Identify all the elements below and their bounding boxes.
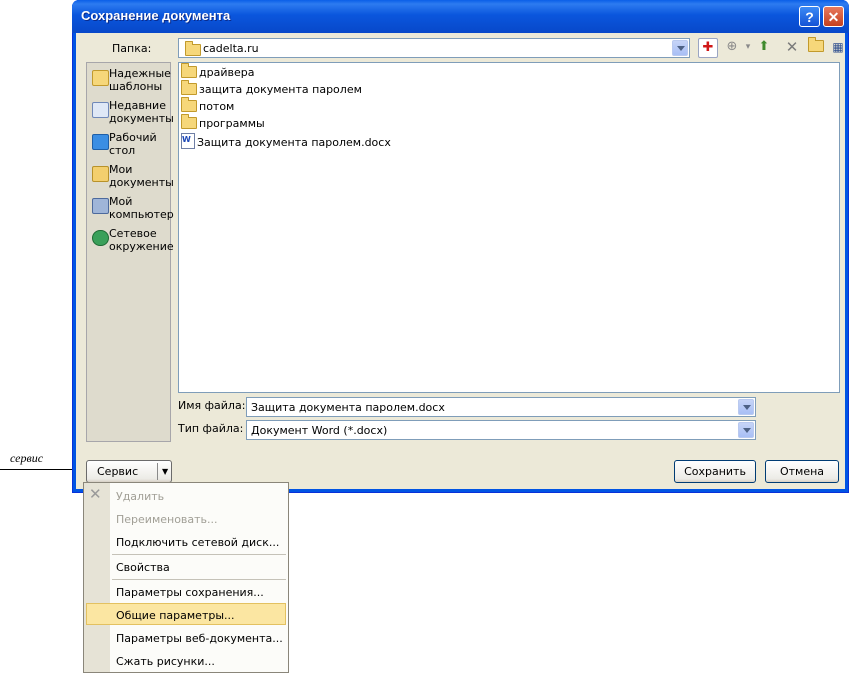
place-my-computer[interactable]: Мой компьютер bbox=[91, 195, 174, 225]
tools-menu: ✕ Удалить Переименовать... Подключить се… bbox=[83, 482, 289, 673]
tools-button-label: Сервис bbox=[97, 465, 139, 478]
tools-dropdown-divider bbox=[157, 463, 158, 480]
filename-value: Защита документа паролем.docx bbox=[251, 401, 445, 414]
place-label: Надежные шаблоны bbox=[109, 67, 171, 93]
place-label: Рабочий стол bbox=[109, 131, 157, 157]
list-item[interactable]: Защита документа паролем.docx bbox=[181, 133, 391, 149]
place-trusted-templates[interactable]: Надежные шаблоны bbox=[91, 67, 171, 97]
recent-documents-icon bbox=[92, 102, 109, 118]
places-bar: Надежные шаблоны Недавние документы Рабочи… bbox=[86, 62, 174, 442]
new-folder-icon[interactable] bbox=[806, 37, 826, 57]
menu-item-save-options[interactable]: Параметры сохранения... bbox=[116, 586, 264, 599]
filename-label: Имя файла: bbox=[178, 399, 246, 412]
menu-item-delete[interactable]: Удалить bbox=[116, 490, 164, 503]
list-item[interactable]: драйвера bbox=[181, 63, 254, 82]
folder-icon bbox=[181, 80, 197, 95]
delete-icon[interactable]: ✕ bbox=[782, 37, 802, 57]
menu-item-properties[interactable]: Свойства bbox=[116, 561, 170, 574]
folder-icon bbox=[181, 63, 197, 78]
list-item[interactable]: потом bbox=[181, 97, 234, 116]
save-button[interactable]: Сохранить bbox=[674, 460, 756, 483]
chevron-down-icon[interactable] bbox=[672, 40, 688, 56]
folder-icon bbox=[181, 114, 197, 129]
place-label: Мои документы bbox=[109, 163, 174, 189]
folder-value: cadelta.ru bbox=[203, 42, 259, 55]
web-search-icon[interactable]: ⬆ bbox=[754, 37, 774, 57]
folder-icon bbox=[181, 97, 197, 112]
menu-separator bbox=[112, 579, 286, 580]
list-item[interactable]: защита документа паролем bbox=[181, 80, 362, 99]
menu-item-map-network-drive[interactable]: Подключить сетевой диск... bbox=[116, 536, 279, 549]
place-label: Сетевое окружение bbox=[109, 227, 174, 253]
place-label: Мой компьютер bbox=[109, 195, 174, 221]
tools-callout-label: сервис bbox=[10, 451, 44, 465]
place-desktop[interactable]: Рабочий стол bbox=[91, 131, 171, 161]
network-icon bbox=[92, 230, 109, 246]
cancel-button[interactable]: Отмена bbox=[765, 460, 839, 483]
filename-field[interactable]: Защита документа паролем.docx bbox=[246, 397, 756, 417]
folder-icon bbox=[185, 41, 201, 56]
tools-button[interactable]: Сервис ▼ bbox=[86, 460, 172, 483]
help-button[interactable]: ? bbox=[799, 6, 820, 27]
filetype-value: Документ Word (*.docx) bbox=[251, 424, 388, 437]
chevron-down-icon[interactable]: ▼ bbox=[162, 461, 168, 482]
file-list[interactable]: драйвера защита документа паролем потом … bbox=[178, 62, 840, 393]
menu-separator bbox=[112, 554, 286, 555]
views-icon[interactable]: ▦ bbox=[828, 37, 848, 57]
menu-item-compress-pictures[interactable]: Сжать рисунки... bbox=[116, 655, 215, 668]
folder-label: Папка: bbox=[112, 42, 152, 55]
my-computer-icon bbox=[92, 198, 109, 214]
menu-item-general-options[interactable]: Общие параметры... bbox=[116, 609, 235, 622]
chevron-down-icon[interactable] bbox=[738, 399, 754, 415]
chevron-down-icon[interactable] bbox=[738, 422, 754, 438]
filetype-select[interactable]: Документ Word (*.docx) bbox=[246, 420, 756, 440]
delete-icon: ✕ bbox=[89, 485, 102, 503]
place-recent-documents[interactable]: Недавние документы bbox=[91, 99, 174, 129]
folder-combo[interactable]: cadelta.ru bbox=[178, 38, 690, 58]
menu-icon-strip bbox=[84, 483, 110, 672]
folder-icon bbox=[92, 70, 109, 86]
list-item[interactable]: программы bbox=[181, 114, 265, 133]
window-title: Сохранение документа bbox=[81, 8, 231, 23]
desktop-icon bbox=[92, 134, 109, 150]
menu-item-rename[interactable]: Переименовать... bbox=[116, 513, 218, 526]
filetype-label: Тип файла: bbox=[178, 422, 244, 435]
save-document-dialog: Сохранение документа ? ✕ Папка: cadelta.… bbox=[72, 0, 849, 493]
menu-item-web-options[interactable]: Параметры веб-документа... bbox=[116, 632, 283, 645]
place-label: Недавние документы bbox=[109, 99, 174, 125]
back-icon[interactable]: ✚ bbox=[698, 38, 718, 58]
place-my-documents[interactable]: Мои документы bbox=[91, 163, 174, 193]
title-bar: Сохранение документа ? ✕ bbox=[72, 0, 849, 33]
close-button[interactable]: ✕ bbox=[823, 6, 844, 27]
place-network[interactable]: Сетевое окружение bbox=[91, 227, 174, 257]
dialog-body: Папка: cadelta.ru ✚ ⊕ ▾ ⬆ ✕ ▦ Надежные ша… bbox=[76, 33, 845, 489]
word-document-icon bbox=[181, 133, 195, 149]
my-documents-icon bbox=[92, 166, 109, 182]
